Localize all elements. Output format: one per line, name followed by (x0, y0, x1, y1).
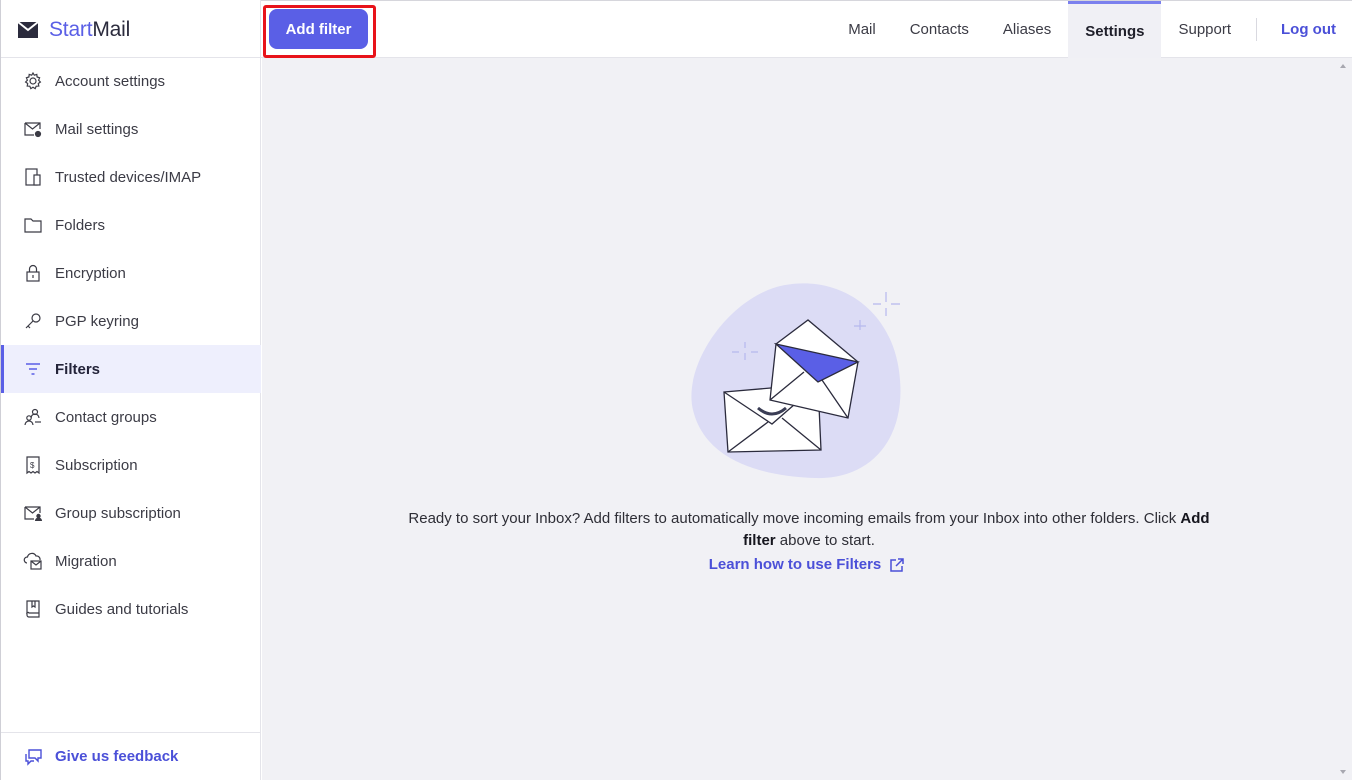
sidebar-item-label: Filters (55, 360, 101, 378)
sidebar-item-group-subscription[interactable]: Group subscription (1, 489, 261, 537)
filters-content: Ready to sort your Inbox? Add filters to… (262, 58, 1352, 780)
tab-aliases[interactable]: Aliases (986, 1, 1068, 58)
sidebar-item-guides[interactable]: Guides and tutorials (1, 585, 261, 633)
svg-text:$: $ (30, 461, 35, 470)
learn-filters-link[interactable]: Learn how to use Filters (262, 556, 1352, 573)
key-icon (25, 313, 41, 329)
sidebar-item-folders[interactable]: Folders (1, 201, 261, 249)
sidebar-item-contact-groups[interactable]: Contact groups (1, 393, 261, 441)
envelopes-illustration (691, 283, 901, 479)
lock-icon (26, 264, 40, 282)
tab-mail[interactable]: Mail (831, 1, 893, 58)
top-bar: Add filter Mail Contacts Aliases Setting… (261, 0, 1352, 58)
scroll-up-arrow[interactable] (1340, 64, 1346, 68)
devices-icon (25, 168, 41, 186)
sidebar-item-encryption[interactable]: Encryption (1, 249, 261, 297)
gear-icon (24, 71, 42, 90)
sidebar-item-account-settings[interactable]: Account settings (1, 57, 261, 105)
give-feedback-link[interactable]: Give us feedback (1, 732, 261, 780)
settings-nav: Account settings Mail settings Trusted d… (1, 57, 261, 633)
sidebar-item-label: Group subscription (55, 504, 181, 522)
group-mail-icon (24, 506, 43, 522)
sidebar-item-mail-settings[interactable]: Mail settings (1, 105, 261, 153)
sidebar-item-label: Mail settings (55, 120, 139, 138)
sidebar-item-label: Account settings (55, 72, 166, 90)
sidebar-item-filters[interactable]: Filters (1, 345, 261, 393)
sidebar-item-label: PGP keyring (55, 312, 139, 330)
receipt-icon: $ (26, 456, 40, 475)
sidebar-item-label: Contact groups (55, 408, 157, 426)
scroll-down-arrow[interactable] (1340, 770, 1346, 774)
learn-link-label: Learn how to use Filters (708, 556, 882, 573)
main-nav-tabs: Mail Contacts Aliases Settings Support L… (831, 1, 1352, 58)
tab-support[interactable]: Support (1161, 1, 1248, 58)
contact-groups-icon (24, 408, 41, 426)
chat-bubbles-icon (25, 748, 42, 766)
sidebar-item-label: Trusted devices/IMAP (55, 168, 202, 186)
tab-contacts[interactable]: Contacts (893, 1, 986, 58)
sidebar: StartMail Account settings Mail settings… (0, 0, 261, 780)
mail-settings-icon (24, 122, 42, 138)
envelope-logo-icon (17, 21, 39, 38)
empty-state-message: Ready to sort your Inbox? Add filters to… (408, 510, 1210, 549)
folder-icon (24, 218, 42, 233)
sidebar-item-label: Subscription (55, 456, 138, 474)
sidebar-item-migration[interactable]: Migration (1, 537, 261, 585)
sidebar-item-trusted-devices[interactable]: Trusted devices/IMAP (1, 153, 261, 201)
sidebar-item-label: Guides and tutorials (55, 600, 189, 618)
startmail-logo[interactable]: StartMail (17, 18, 130, 42)
logout-link[interactable]: Log out (1265, 1, 1352, 58)
feedback-label: Give us feedback (55, 748, 179, 765)
book-icon (26, 600, 40, 618)
tab-settings[interactable]: Settings (1068, 1, 1162, 58)
sidebar-item-subscription[interactable]: $ Subscription (1, 441, 261, 489)
external-link-icon (890, 557, 905, 572)
filter-icon (26, 363, 40, 375)
cloud-mail-icon (23, 552, 42, 570)
sidebar-item-label: Migration (55, 552, 117, 570)
add-filter-button[interactable]: Add filter (269, 9, 368, 49)
sidebar-item-label: Folders (55, 216, 106, 234)
sidebar-item-pgp-keyring[interactable]: PGP keyring (1, 297, 261, 345)
brand-name: StartMail (49, 18, 131, 41)
sidebar-item-label: Encryption (55, 264, 126, 282)
tab-divider (1256, 18, 1258, 41)
